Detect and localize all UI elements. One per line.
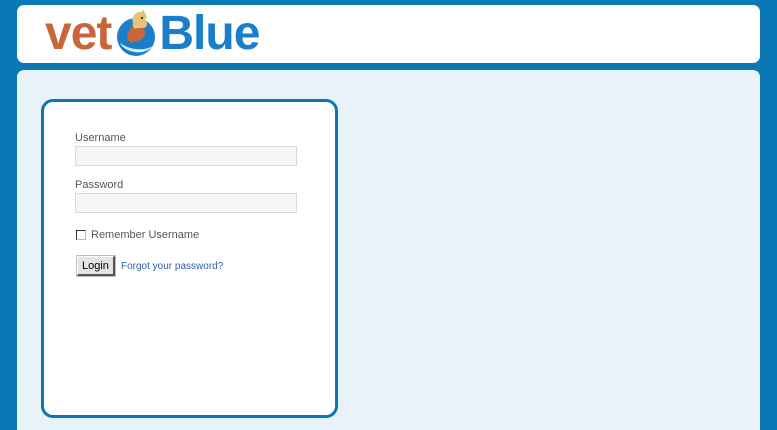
- username-input[interactable]: [75, 146, 297, 166]
- login-panel: Username Password Remember Username Logi…: [41, 99, 338, 418]
- remember-username-label: Remember Username: [91, 229, 200, 241]
- remember-username-option[interactable]: Remember Username: [76, 229, 199, 241]
- site-header: vet Blue: [17, 5, 760, 63]
- main-content: Username Password Remember Username Logi…: [17, 70, 760, 430]
- horse-globe-logo-icon: [117, 9, 156, 56]
- password-input[interactable]: [75, 193, 297, 213]
- logo-text-vet: vet: [45, 7, 112, 60]
- login-button[interactable]: Login: [77, 256, 115, 276]
- vetblue-logo[interactable]: vet Blue: [45, 7, 260, 61]
- checkbox-icon[interactable]: [76, 230, 86, 240]
- forgot-password-link[interactable]: Forgot your password?: [121, 261, 223, 272]
- logo-text-blue: Blue: [159, 7, 260, 60]
- username-label: Username: [75, 132, 126, 144]
- password-label: Password: [75, 179, 124, 191]
